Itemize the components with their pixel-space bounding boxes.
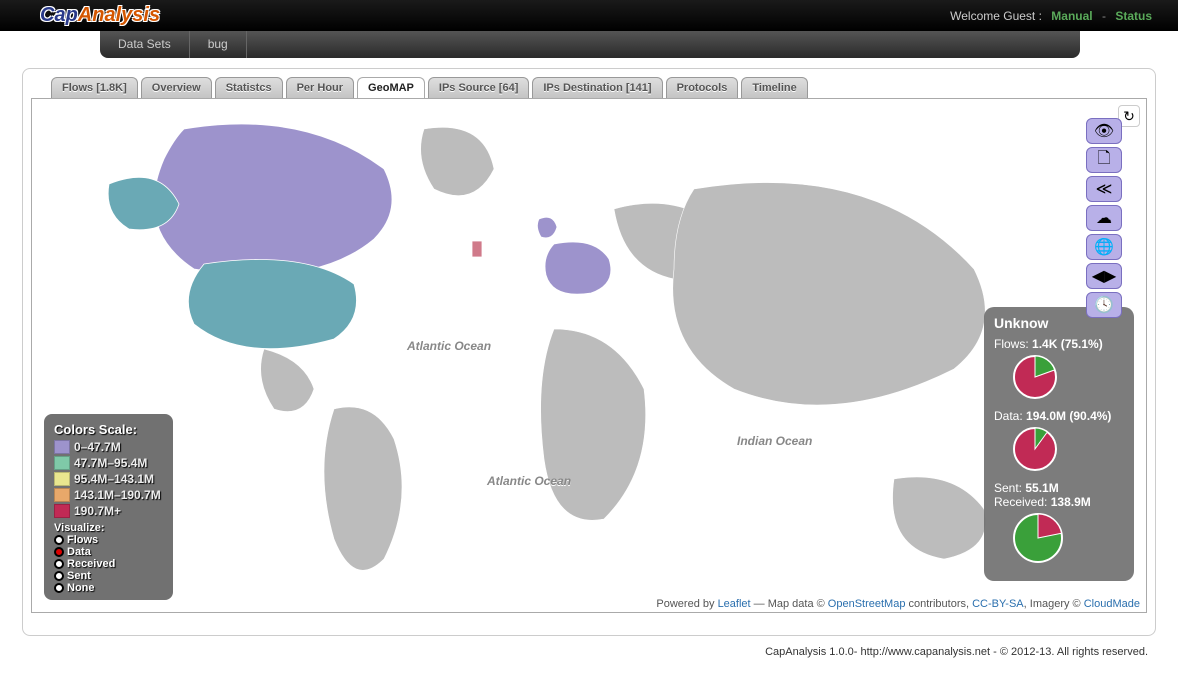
- radio-icon: [54, 583, 64, 593]
- info-box: Unknow Flows: 1.4K (75.1%) Data: 194.0M …: [984, 307, 1134, 581]
- visualize-option-received[interactable]: Received: [54, 558, 161, 570]
- legend-label: 95.4M–143.1M: [74, 472, 154, 486]
- tab-perhour[interactable]: Per Hour: [286, 77, 354, 98]
- ccbysa-link[interactable]: CC-BY-SA: [972, 598, 1024, 610]
- eye-icon: 👁: [1094, 121, 1114, 141]
- welcome-text: Welcome Guest :: [950, 9, 1042, 23]
- globe-icon: 🌐: [1094, 237, 1114, 257]
- info-received: Received: 138.9M: [994, 495, 1124, 509]
- tab-overview[interactable]: Overview: [141, 77, 212, 98]
- tabs-bar: Flows [1.8K] Overview Statistcs Per Hour…: [31, 77, 1147, 98]
- pie-flows: [1012, 354, 1058, 400]
- cloudmade-link[interactable]: CloudMade: [1084, 598, 1140, 610]
- cloud-icon: ☁: [1096, 208, 1112, 228]
- map-area[interactable]: ↻: [31, 98, 1147, 613]
- logo-part1: Cap: [40, 4, 78, 26]
- osm-link[interactable]: OpenStreetMap: [828, 598, 906, 610]
- topbar: CapAnalysis Welcome Guest : Manual - Sta…: [0, 0, 1178, 31]
- nav-bug[interactable]: bug: [190, 31, 247, 58]
- legend-swatch: [54, 472, 70, 486]
- pie-data: [1012, 426, 1058, 472]
- tab-ipssource[interactable]: IPs Source [64]: [428, 77, 529, 98]
- logo[interactable]: CapAnalysis: [40, 4, 160, 27]
- status-link[interactable]: Status: [1115, 9, 1152, 23]
- radio-icon: [54, 547, 64, 557]
- visualize-option-flows[interactable]: Flows: [54, 534, 161, 546]
- side-globe-button[interactable]: 🌐: [1086, 234, 1122, 260]
- legend-label: 143.1M–190.7M: [74, 488, 161, 502]
- side-toolbar: 👁 🗋 ≪ ☁ 🌐 ◀▶ 🕓: [1086, 118, 1122, 318]
- world-map[interactable]: [32, 99, 1146, 604]
- leaflet-link[interactable]: Leaflet: [718, 598, 751, 610]
- info-data: Data: 194.0M (90.4%): [994, 409, 1124, 423]
- visualize-title: Visualize:: [54, 522, 161, 534]
- legend-swatch: [54, 440, 70, 454]
- label-atlantic2: Atlantic Ocean: [487, 474, 571, 488]
- side-share-button[interactable]: ≪: [1086, 176, 1122, 202]
- visualize-label: Received: [67, 558, 115, 570]
- legend-title: Colors Scale:: [54, 422, 161, 437]
- tab-statistics[interactable]: Statistcs: [215, 77, 283, 98]
- tab-flows[interactable]: Flows [1.8K]: [51, 77, 138, 98]
- legend-swatch: [54, 488, 70, 502]
- navbar: Data Sets bug: [100, 31, 1080, 58]
- visualize-label: Flows: [67, 534, 98, 546]
- manual-link[interactable]: Manual: [1051, 9, 1092, 23]
- legend-box: Colors Scale: 0–47.7M 47.7M–95.4M 95.4M–14…: [44, 414, 173, 600]
- tab-ipsdest[interactable]: IPs Destination [141]: [532, 77, 662, 98]
- pie-sentreceived: [1012, 512, 1064, 564]
- expand-icon: ◀▶: [1092, 266, 1117, 286]
- file-icon: 🗋: [1098, 147, 1111, 174]
- info-sent: Sent: 55.1M: [994, 481, 1124, 495]
- footer: CapAnalysis 1.0.0- http://www.capanalysi…: [0, 636, 1178, 658]
- info-flows: Flows: 1.4K (75.1%): [994, 337, 1124, 351]
- side-expand-button[interactable]: ◀▶: [1086, 263, 1122, 289]
- welcome-area: Welcome Guest : Manual - Status: [950, 9, 1158, 23]
- radio-icon: [54, 559, 64, 569]
- visualize-label: None: [67, 582, 95, 594]
- legend-row: 143.1M–190.7M: [54, 488, 161, 502]
- legend-label: 190.7M+: [74, 504, 121, 518]
- side-clock-button[interactable]: 🕓: [1086, 292, 1122, 318]
- legend-label: 47.7M–95.4M: [74, 456, 147, 470]
- radio-icon: [54, 571, 64, 581]
- legend-label: 0–47.7M: [74, 440, 121, 454]
- legend-swatch: [54, 456, 70, 470]
- label-atlantic1: Atlantic Ocean: [407, 339, 491, 353]
- legend-row: 95.4M–143.1M: [54, 472, 161, 486]
- legend-row: 190.7M+: [54, 504, 161, 518]
- radio-icon: [54, 535, 64, 545]
- separator: -: [1102, 9, 1106, 23]
- map-attribution: Powered by Leaflet — Map data © OpenStre…: [650, 596, 1146, 612]
- visualize-option-data[interactable]: Data: [54, 546, 161, 558]
- visualize-option-sent[interactable]: Sent: [54, 570, 161, 582]
- visualize-option-none[interactable]: None: [54, 582, 161, 594]
- logo-part2: Analysis: [78, 4, 160, 26]
- share-icon: ≪: [1096, 179, 1113, 199]
- visualize-label: Sent: [67, 570, 91, 582]
- label-indian: Indian Ocean: [737, 434, 812, 448]
- main-panel: Flows [1.8K] Overview Statistcs Per Hour…: [22, 68, 1156, 636]
- visualize-label: Data: [67, 546, 91, 558]
- tab-protocols[interactable]: Protocols: [666, 77, 739, 98]
- tab-timeline[interactable]: Timeline: [741, 77, 807, 98]
- side-cloud-button[interactable]: ☁: [1086, 205, 1122, 231]
- refresh-icon: ↻: [1123, 108, 1135, 125]
- legend-row: 47.7M–95.4M: [54, 456, 161, 470]
- legend-row: 0–47.7M: [54, 440, 161, 454]
- side-eye-button[interactable]: 👁: [1086, 118, 1122, 144]
- tab-geomap[interactable]: GeoMAP: [357, 77, 425, 98]
- clock-icon: 🕓: [1094, 295, 1114, 315]
- side-file-button[interactable]: 🗋: [1086, 147, 1122, 173]
- nav-datasets[interactable]: Data Sets: [100, 31, 190, 58]
- legend-swatch: [54, 504, 70, 518]
